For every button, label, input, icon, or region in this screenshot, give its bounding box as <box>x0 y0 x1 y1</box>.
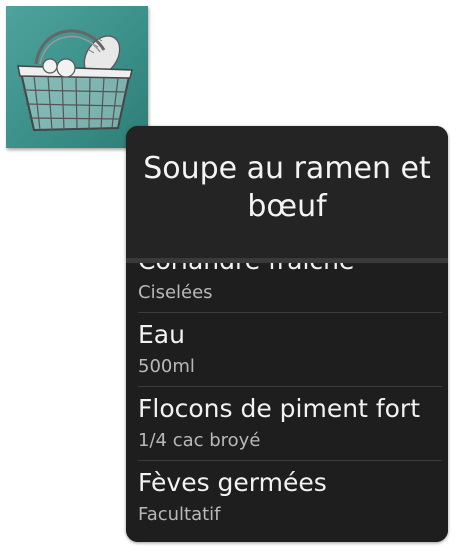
ingredient-item[interactable]: Eau 500ml <box>126 313 448 387</box>
ingredient-name: Eau <box>138 320 185 349</box>
ingredient-detail: Facultatif <box>138 504 221 525</box>
ingredient-name: Flocons de piment fort <box>138 394 420 423</box>
ingredient-name: Fèves germées <box>138 468 327 497</box>
ingredient-item[interactable]: Fèves germées Facultatif <box>126 461 448 535</box>
ingredient-list[interactable]: Coriandre fraîche Ciselées Eau 500ml Flo… <box>126 263 448 542</box>
ingredient-name: Coriandre fraîche <box>138 263 354 277</box>
ingredient-dialog: Soupe au ramen et bœuf Coriandre fraîche… <box>126 126 448 542</box>
ingredient-item[interactable]: Coriandre fraîche Ciselées <box>126 263 448 313</box>
ingredient-detail: Ciselées <box>138 282 213 303</box>
ingredient-detail: 500ml <box>138 356 195 377</box>
ingredient-detail: 1/4 cac broyé <box>138 430 261 451</box>
ingredient-item[interactable]: Flocons de piment fort 1/4 cac broyé <box>126 387 448 461</box>
dialog-title: Soupe au ramen et bœuf <box>126 126 448 258</box>
